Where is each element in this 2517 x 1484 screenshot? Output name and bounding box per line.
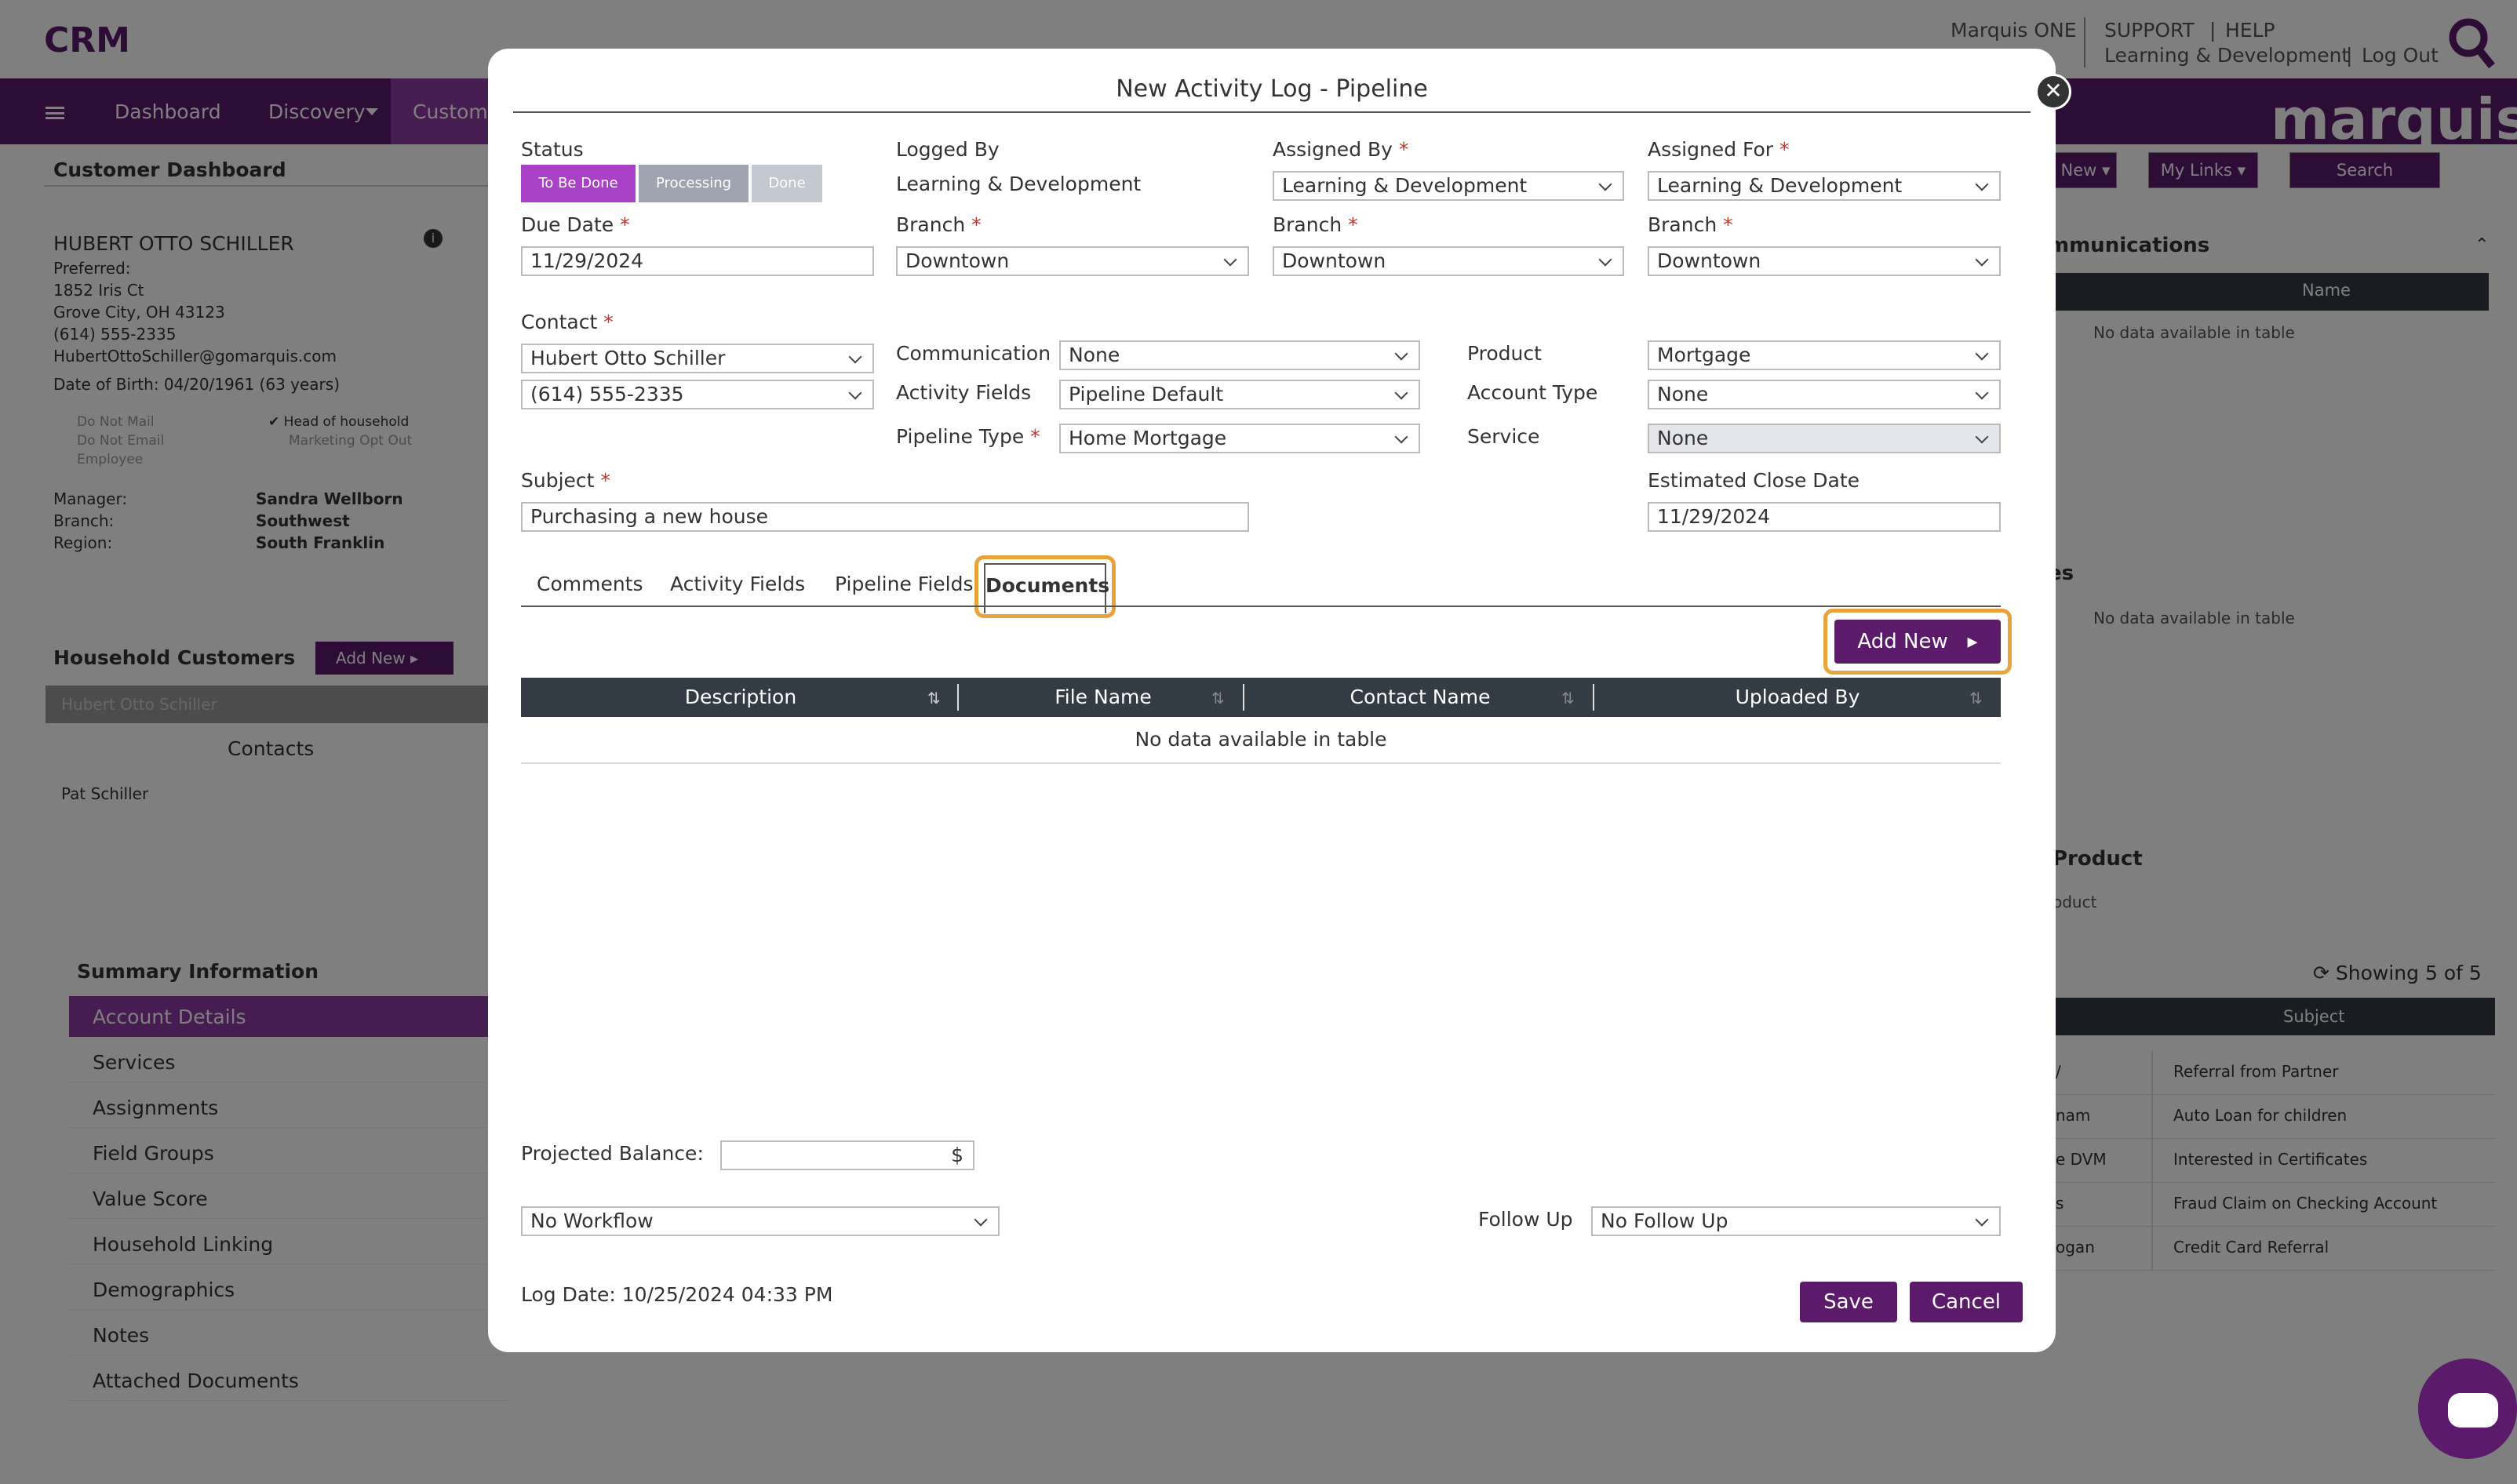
table-rule bbox=[521, 762, 2001, 764]
assigned-for-label: Assigned For * bbox=[1648, 138, 1790, 161]
assigned-by-select[interactable]: Learning & Development bbox=[1273, 171, 1624, 201]
contact-select[interactable]: Hubert Otto Schiller bbox=[521, 344, 874, 373]
documents-table-header: Description ⇅ File Name ⇅ Contact Name ⇅… bbox=[521, 678, 2001, 717]
col-separator bbox=[1243, 684, 1244, 711]
assigned-by-label: Assigned By * bbox=[1273, 138, 1409, 161]
service-label: Service bbox=[1467, 425, 1540, 448]
branch-label-3: Branch * bbox=[1648, 213, 1733, 236]
product-select[interactable]: Mortgage bbox=[1648, 340, 2001, 370]
contact-label: Contact * bbox=[521, 311, 614, 333]
status-label: Status bbox=[521, 138, 584, 161]
chat-launcher[interactable] bbox=[2418, 1359, 2517, 1459]
tab-comments[interactable]: Comments bbox=[537, 573, 643, 595]
close-icon[interactable]: ✕ bbox=[2035, 74, 2071, 110]
account-type-label: Account Type bbox=[1467, 381, 1598, 404]
assigned-for-select[interactable]: Learning & Development bbox=[1648, 171, 2001, 201]
est-close-label: Estimated Close Date bbox=[1648, 469, 1860, 492]
est-close-input[interactable]: 11/29/2024 bbox=[1648, 502, 2001, 532]
projected-balance-input[interactable]: $ bbox=[720, 1140, 974, 1170]
activity-log-modal: New Activity Log - Pipeline ✕ Status To … bbox=[488, 49, 2071, 1352]
follow-up-select[interactable]: No Follow Up bbox=[1591, 1206, 2001, 1236]
branch-label-2: Branch * bbox=[1273, 213, 1358, 236]
status-processing[interactable]: Processing bbox=[639, 165, 749, 202]
col-file-name[interactable]: File Name bbox=[960, 678, 1246, 717]
due-date-label: Due Date * bbox=[521, 213, 630, 236]
add-new-button[interactable]: Add New ▸ bbox=[1834, 620, 2001, 664]
branch-select-2[interactable]: Downtown bbox=[1273, 246, 1624, 276]
sort-icon[interactable]: ⇅ bbox=[1969, 689, 1983, 707]
communication-label: Communication bbox=[896, 342, 1051, 365]
status-done[interactable]: Done bbox=[752, 165, 822, 202]
col-contact-name[interactable]: Contact Name bbox=[1246, 678, 1594, 717]
branch-select-3[interactable]: Downtown bbox=[1648, 246, 2001, 276]
status-to-be-done[interactable]: To Be Done bbox=[521, 165, 636, 202]
cancel-button[interactable]: Cancel bbox=[1910, 1282, 2023, 1322]
contact-phone-select[interactable]: (614) 555-2335 bbox=[521, 380, 874, 409]
branch-label-1: Branch * bbox=[896, 213, 982, 236]
activity-fields-label: Activity Fields bbox=[896, 381, 1032, 404]
due-date-input[interactable]: 11/29/2024 bbox=[521, 246, 874, 276]
log-date: Log Date: 10/25/2024 04:33 PM bbox=[521, 1283, 833, 1306]
title-rule bbox=[513, 111, 2031, 113]
follow-up-label: Follow Up bbox=[1478, 1208, 1573, 1231]
col-description[interactable]: Description bbox=[521, 678, 960, 717]
tab-activity-fields[interactable]: Activity Fields bbox=[670, 573, 805, 595]
communication-select[interactable]: None bbox=[1059, 340, 1420, 370]
col-uploaded-by[interactable]: Uploaded By bbox=[1594, 678, 2001, 717]
col-separator bbox=[957, 684, 959, 711]
logged-by-label: Logged By bbox=[896, 138, 1000, 161]
workflow-select[interactable]: No Workflow bbox=[521, 1206, 1000, 1236]
subject-input[interactable]: Purchasing a new house bbox=[521, 502, 1249, 532]
service-select[interactable]: None bbox=[1648, 424, 2001, 453]
subject-label: Subject * bbox=[521, 469, 610, 492]
logged-by-value: Learning & Development bbox=[896, 173, 1142, 195]
sort-icon[interactable]: ⇅ bbox=[1211, 689, 1225, 707]
table-empty-message: No data available in table bbox=[1135, 728, 1387, 751]
projected-balance-label: Projected Balance: bbox=[521, 1142, 704, 1165]
product-label: Product bbox=[1467, 342, 1542, 365]
pipeline-type-select[interactable]: Home Mortgage bbox=[1059, 424, 1420, 453]
pipeline-type-label: Pipeline Type * bbox=[896, 425, 1040, 448]
save-button[interactable]: Save bbox=[1800, 1282, 1897, 1322]
branch-select-1[interactable]: Downtown bbox=[896, 246, 1249, 276]
sort-icon[interactable]: ⇅ bbox=[927, 689, 941, 707]
sort-icon[interactable]: ⇅ bbox=[1561, 689, 1575, 707]
modal-title: New Activity Log - Pipeline bbox=[1116, 75, 1428, 103]
account-type-select[interactable]: None bbox=[1648, 380, 2001, 409]
tab-pipeline-fields[interactable]: Pipeline Fields bbox=[835, 573, 974, 595]
tab-rule bbox=[521, 606, 2001, 607]
activity-fields-select[interactable]: Pipeline Default bbox=[1059, 380, 1420, 409]
